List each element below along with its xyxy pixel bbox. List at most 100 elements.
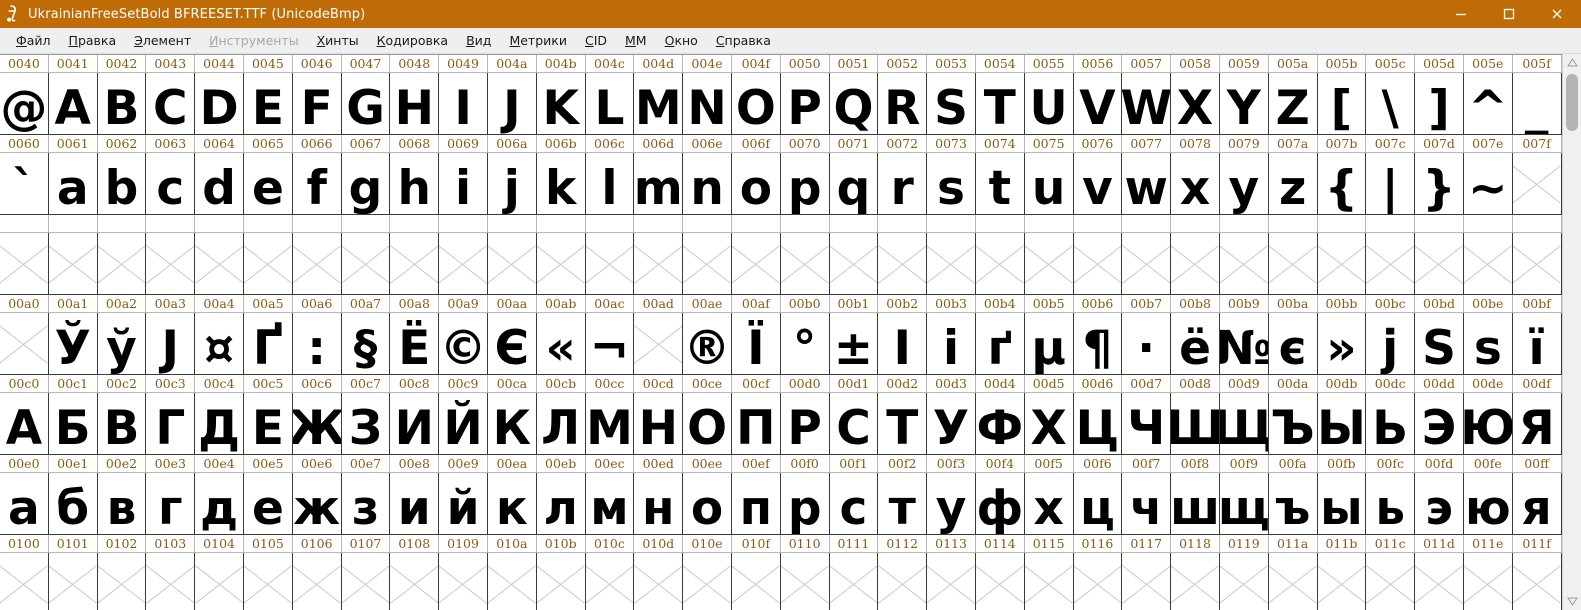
glyph-cell[interactable]: i <box>439 153 488 214</box>
glyph-cell-empty[interactable] <box>195 233 244 294</box>
glyph-cell[interactable]: Q <box>830 73 879 134</box>
glyph-cell[interactable]: С <box>830 393 879 454</box>
glyph-cell[interactable]: L <box>586 73 635 134</box>
glyph-cell[interactable]: щ <box>1220 473 1269 534</box>
glyph-cell[interactable]: ш <box>1171 473 1220 534</box>
glyph-cell[interactable]: ј <box>1366 313 1416 374</box>
glyph-cell-empty[interactable] <box>439 553 488 610</box>
glyph-cell[interactable]: И <box>390 393 440 454</box>
glyph-cell[interactable]: П <box>732 393 781 454</box>
glyph-cell-empty[interactable] <box>1025 233 1074 294</box>
scroll-down-arrow-icon[interactable] <box>1563 593 1581 610</box>
glyph-cell-empty[interactable] <box>244 553 293 610</box>
glyph-cell[interactable]: f <box>293 153 342 214</box>
glyph-cell[interactable]: ¬ <box>586 313 635 374</box>
menu-item-6[interactable]: Вид <box>457 28 500 54</box>
glyph-cell-empty[interactable] <box>0 553 49 610</box>
scroll-up-arrow-icon[interactable] <box>1563 54 1581 71</box>
glyph-cell[interactable]: u <box>1025 153 1074 214</box>
glyph-cell[interactable]: W <box>1122 73 1172 134</box>
glyph-cell-empty[interactable] <box>98 233 147 294</box>
menu-item-10[interactable]: Окно <box>656 28 707 54</box>
glyph-cell-empty[interactable] <box>1415 553 1464 610</box>
glyph-cell[interactable]: е <box>244 473 293 534</box>
glyph-cell[interactable]: } <box>1415 153 1464 214</box>
glyph-cell[interactable]: д <box>195 473 244 534</box>
glyph-cell[interactable]: К <box>488 393 537 454</box>
glyph-cell[interactable]: Ї <box>732 313 781 374</box>
glyph-cell-empty[interactable] <box>634 553 684 610</box>
close-icon[interactable] <box>1533 0 1581 28</box>
glyph-cell[interactable]: ± <box>830 313 879 374</box>
glyph-cell-empty[interactable] <box>634 313 684 374</box>
glyph-cell-empty[interactable] <box>146 233 196 294</box>
maximize-icon[interactable] <box>1485 0 1533 28</box>
glyph-cell[interactable]: J <box>488 73 537 134</box>
glyph-cell-empty[interactable] <box>146 553 196 610</box>
glyph-cell[interactable]: с <box>830 473 879 534</box>
glyph-cell-empty[interactable] <box>1464 233 1513 294</box>
glyph-cell[interactable]: І <box>878 313 928 374</box>
glyph-cell-empty[interactable] <box>1318 553 1367 610</box>
glyph-cell[interactable]: P <box>781 73 830 134</box>
glyph-cell-empty[interactable] <box>195 553 244 610</box>
glyph-cell[interactable]: У <box>927 393 976 454</box>
glyph-cell[interactable]: Н <box>634 393 684 454</box>
glyph-cell-empty[interactable] <box>976 553 1025 610</box>
glyph-cell[interactable]: [ <box>1318 73 1367 134</box>
glyph-cell[interactable]: Х <box>1025 393 1074 454</box>
glyph-cell[interactable]: з <box>342 473 391 534</box>
glyph-cell[interactable]: Ј <box>146 313 196 374</box>
glyph-cell[interactable]: й <box>439 473 488 534</box>
glyph-cell[interactable]: { <box>1318 153 1367 214</box>
glyph-cell-empty[interactable] <box>1025 553 1074 610</box>
menu-item-9[interactable]: MM <box>616 28 656 54</box>
glyph-cell-empty[interactable] <box>439 233 488 294</box>
glyph-cell[interactable]: § <box>342 313 391 374</box>
glyph-cell[interactable]: Щ <box>1220 393 1269 454</box>
glyph-cell[interactable]: d <box>195 153 244 214</box>
glyph-cell-empty[interactable] <box>1074 553 1123 610</box>
glyph-cell-empty[interactable] <box>537 233 586 294</box>
glyph-cell[interactable]: Й <box>439 393 488 454</box>
glyph-cell-empty[interactable] <box>488 553 537 610</box>
glyph-cell[interactable]: в <box>98 473 147 534</box>
glyph-cell[interactable]: Р <box>781 393 830 454</box>
glyph-cell[interactable]: G <box>342 73 391 134</box>
glyph-cell[interactable]: м <box>586 473 635 534</box>
glyph-cell-empty[interactable] <box>1366 553 1416 610</box>
menu-item-5[interactable]: Кодировка <box>368 28 457 54</box>
menu-item-0[interactable]: Файл <box>7 28 60 54</box>
glyph-cell[interactable]: і <box>927 313 976 374</box>
glyph-cell[interactable]: Ґ <box>244 313 293 374</box>
glyph-cell-empty[interactable] <box>1074 233 1123 294</box>
glyph-cell[interactable]: Ш <box>1171 393 1220 454</box>
glyph-cell[interactable]: ы <box>1318 473 1367 534</box>
glyph-cell[interactable]: o <box>732 153 781 214</box>
glyph-cell[interactable]: O <box>732 73 781 134</box>
glyph-cell-empty[interactable] <box>1269 233 1318 294</box>
glyph-cell[interactable]: Е <box>244 393 293 454</box>
glyph-cell[interactable]: ° <box>781 313 830 374</box>
glyph-cell[interactable]: Б <box>49 393 98 454</box>
glyph-cell[interactable]: A <box>49 73 98 134</box>
glyph-cell[interactable]: Є <box>488 313 537 374</box>
glyph-cell[interactable]: T <box>976 73 1025 134</box>
glyph-cell-empty[interactable] <box>390 553 440 610</box>
glyph-cell[interactable]: б <box>49 473 98 534</box>
glyph-cell[interactable]: y <box>1220 153 1269 214</box>
glyph-cell[interactable]: U <box>1025 73 1074 134</box>
glyph-cell[interactable]: а <box>0 473 49 534</box>
glyph-cell[interactable]: и <box>390 473 440 534</box>
glyph-cell[interactable]: ч <box>1122 473 1172 534</box>
menu-item-2[interactable]: Элемент <box>125 28 200 54</box>
glyph-cell-empty[interactable] <box>927 553 976 610</box>
glyph-cell-empty[interactable] <box>98 553 147 610</box>
glyph-cell[interactable]: K <box>537 73 586 134</box>
glyph-cell[interactable]: g <box>342 153 391 214</box>
glyph-cell-empty[interactable] <box>781 553 830 610</box>
menu-item-11[interactable]: Справка <box>707 28 780 54</box>
glyph-cell-empty[interactable] <box>537 553 586 610</box>
glyph-cell[interactable]: ц <box>1074 473 1123 534</box>
glyph-cell[interactable]: \ <box>1366 73 1416 134</box>
